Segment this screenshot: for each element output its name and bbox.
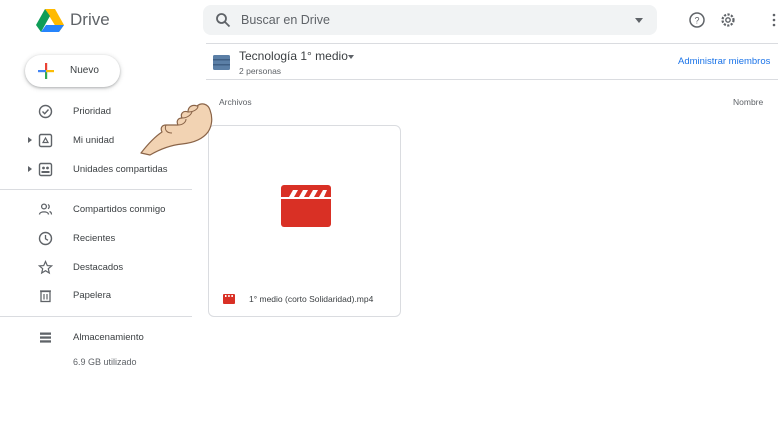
video-file-icon: [223, 294, 235, 304]
shared-drive-folder-icon: [213, 55, 230, 70]
sidebar-item-label: Papelera: [73, 290, 112, 301]
top-bar: Drive Buscar en Drive ?: [0, 0, 778, 42]
sidebar-item-recientes[interactable]: Recientes: [0, 227, 192, 251]
new-button-label: Nuevo: [70, 65, 99, 76]
main-divider: [206, 79, 778, 80]
sidebar-divider: [0, 316, 192, 317]
folder-title[interactable]: Tecnología 1° medio: [239, 49, 348, 63]
pointing-hand-icon: [140, 103, 213, 156]
sidebar-item-label: Compartidos conmigo: [73, 204, 166, 215]
file-card-footer: 1° medio (corto Solidaridad).mp4: [209, 276, 400, 316]
app-title[interactable]: Drive: [70, 9, 110, 31]
expand-arrow-icon[interactable]: [28, 166, 32, 172]
sidebar-divider: [0, 189, 192, 190]
search-options-icon[interactable]: [635, 18, 643, 23]
shared-with-me-icon: [38, 203, 53, 215]
sidebar-item-label: Recientes: [73, 233, 116, 244]
folder-members-count: 2 personas: [239, 66, 282, 76]
folder-menu-icon[interactable]: [348, 55, 354, 59]
sidebar-item-label: Almacenamiento: [73, 332, 144, 343]
new-button[interactable]: Nuevo: [25, 55, 120, 87]
clock-icon: [38, 231, 53, 246]
search-bar[interactable]: Buscar en Drive: [203, 5, 657, 35]
video-clapper-icon: [281, 185, 331, 227]
plus-icon: [38, 63, 54, 79]
storage-used-text: 6.9 GB utilizado: [73, 357, 137, 367]
my-drive-icon: [38, 133, 53, 148]
apps-menu-icon[interactable]: [770, 11, 778, 29]
search-icon[interactable]: [215, 12, 231, 28]
drive-logo-icon[interactable]: [36, 8, 64, 32]
star-icon: [38, 260, 53, 275]
help-icon[interactable]: ?: [688, 11, 706, 29]
expand-arrow-icon[interactable]: [28, 137, 32, 143]
sidebar-item-label: Unidades compartidas: [73, 164, 168, 175]
sidebar-item-label: Destacados: [73, 262, 124, 273]
svg-text:?: ?: [694, 16, 699, 26]
check-circle-icon: [38, 104, 53, 119]
storage-icon: [40, 332, 51, 343]
file-name: 1° medio (corto Solidaridad).mp4: [249, 294, 374, 304]
sidebar-item-papelera[interactable]: Papelera: [0, 284, 192, 308]
sidebar-item-label: Mi unidad: [73, 135, 115, 146]
shared-drives-icon: [38, 162, 53, 177]
file-card[interactable]: 1° medio (corto Solidaridad).mp4: [208, 125, 401, 317]
sidebar-item-label: Prioridad: [73, 106, 112, 117]
manage-members-link[interactable]: Administrar miembros: [678, 56, 770, 67]
main-divider: [206, 43, 778, 44]
search-input[interactable]: Buscar en Drive: [241, 12, 330, 28]
trash-icon: [40, 290, 51, 303]
sidebar-item-destacados[interactable]: Destacados: [0, 256, 192, 280]
sidebar-item-compartidos-conmigo[interactable]: Compartidos conmigo: [0, 198, 192, 222]
sidebar-item-unidades-compartidas[interactable]: Unidades compartidas: [0, 158, 192, 182]
settings-gear-icon[interactable]: [719, 11, 737, 29]
sidebar-item-almacenamiento[interactable]: Almacenamiento: [0, 326, 192, 350]
section-title: Archivos: [219, 97, 252, 107]
sort-by-name-button[interactable]: Nombre: [733, 97, 763, 107]
